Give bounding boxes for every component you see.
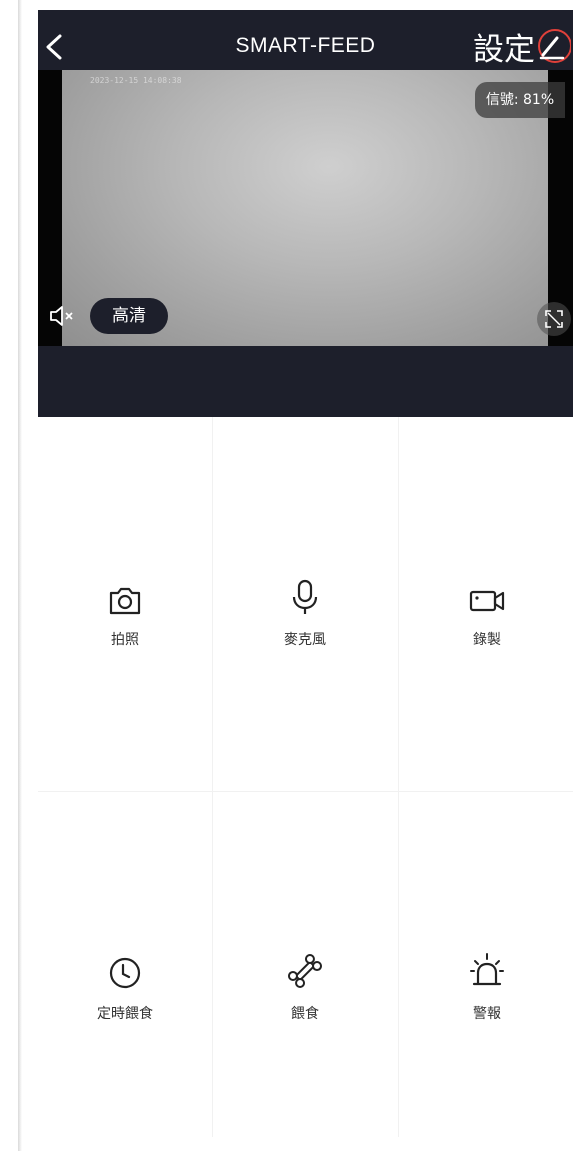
photo-button[interactable]: 拍照 (38, 417, 212, 787)
grid-divider (398, 417, 399, 1137)
video-viewport[interactable]: 2023-12-15 14:08:38 信號: 81% 高清 (38, 70, 573, 346)
mute-button[interactable] (48, 302, 76, 330)
control-grid: 拍照 麥克風 錄製 定時餵食 餵食 警報 (38, 417, 573, 1137)
feed-button[interactable]: 餵食 (218, 793, 392, 1163)
edit-button[interactable] (535, 28, 572, 64)
speaker-muted-icon (50, 306, 73, 326)
alarm-label: 警報 (473, 1006, 501, 1022)
fullscreen-button[interactable] (537, 302, 571, 336)
clock-icon (105, 953, 145, 993)
video-record-icon (467, 581, 507, 621)
page-edge-shadow (18, 0, 22, 1151)
record-button[interactable]: 錄製 (400, 417, 573, 787)
alarm-button[interactable]: 警報 (400, 793, 573, 1163)
alarm-icon (467, 951, 507, 991)
microphone-button[interactable]: 麥克風 (218, 417, 392, 787)
app-screen: SMART-FEED 設定 2023-12-15 14:08:38 信號: 81… (0, 0, 573, 1151)
settings-label[interactable]: 設定 (473, 24, 535, 69)
quality-button[interactable]: 高清 (90, 298, 168, 334)
bone-icon (285, 951, 325, 991)
microphone-label: 麥克風 (284, 632, 326, 648)
scheduled-feeding-label: 定時餵食 (97, 1006, 153, 1022)
grid-divider (38, 791, 573, 792)
scheduled-feeding-button[interactable]: 定時餵食 (38, 793, 212, 1163)
feed-label: 餵食 (291, 1006, 319, 1022)
record-label: 錄製 (473, 632, 501, 648)
grid-divider (212, 417, 213, 1137)
top-bar: SMART-FEED 設定 (38, 10, 573, 70)
video-timestamp: 2023-12-15 14:08:38 (90, 76, 182, 85)
camera-icon (105, 581, 145, 621)
fullscreen-icon (545, 310, 563, 328)
microphone-icon (285, 577, 325, 617)
edit-icon (538, 29, 572, 63)
signal-badge: 信號: 81% (475, 82, 565, 118)
photo-label: 拍照 (111, 632, 139, 648)
video-panel: 2023-12-15 14:08:38 信號: 81% 高清 (38, 70, 573, 417)
